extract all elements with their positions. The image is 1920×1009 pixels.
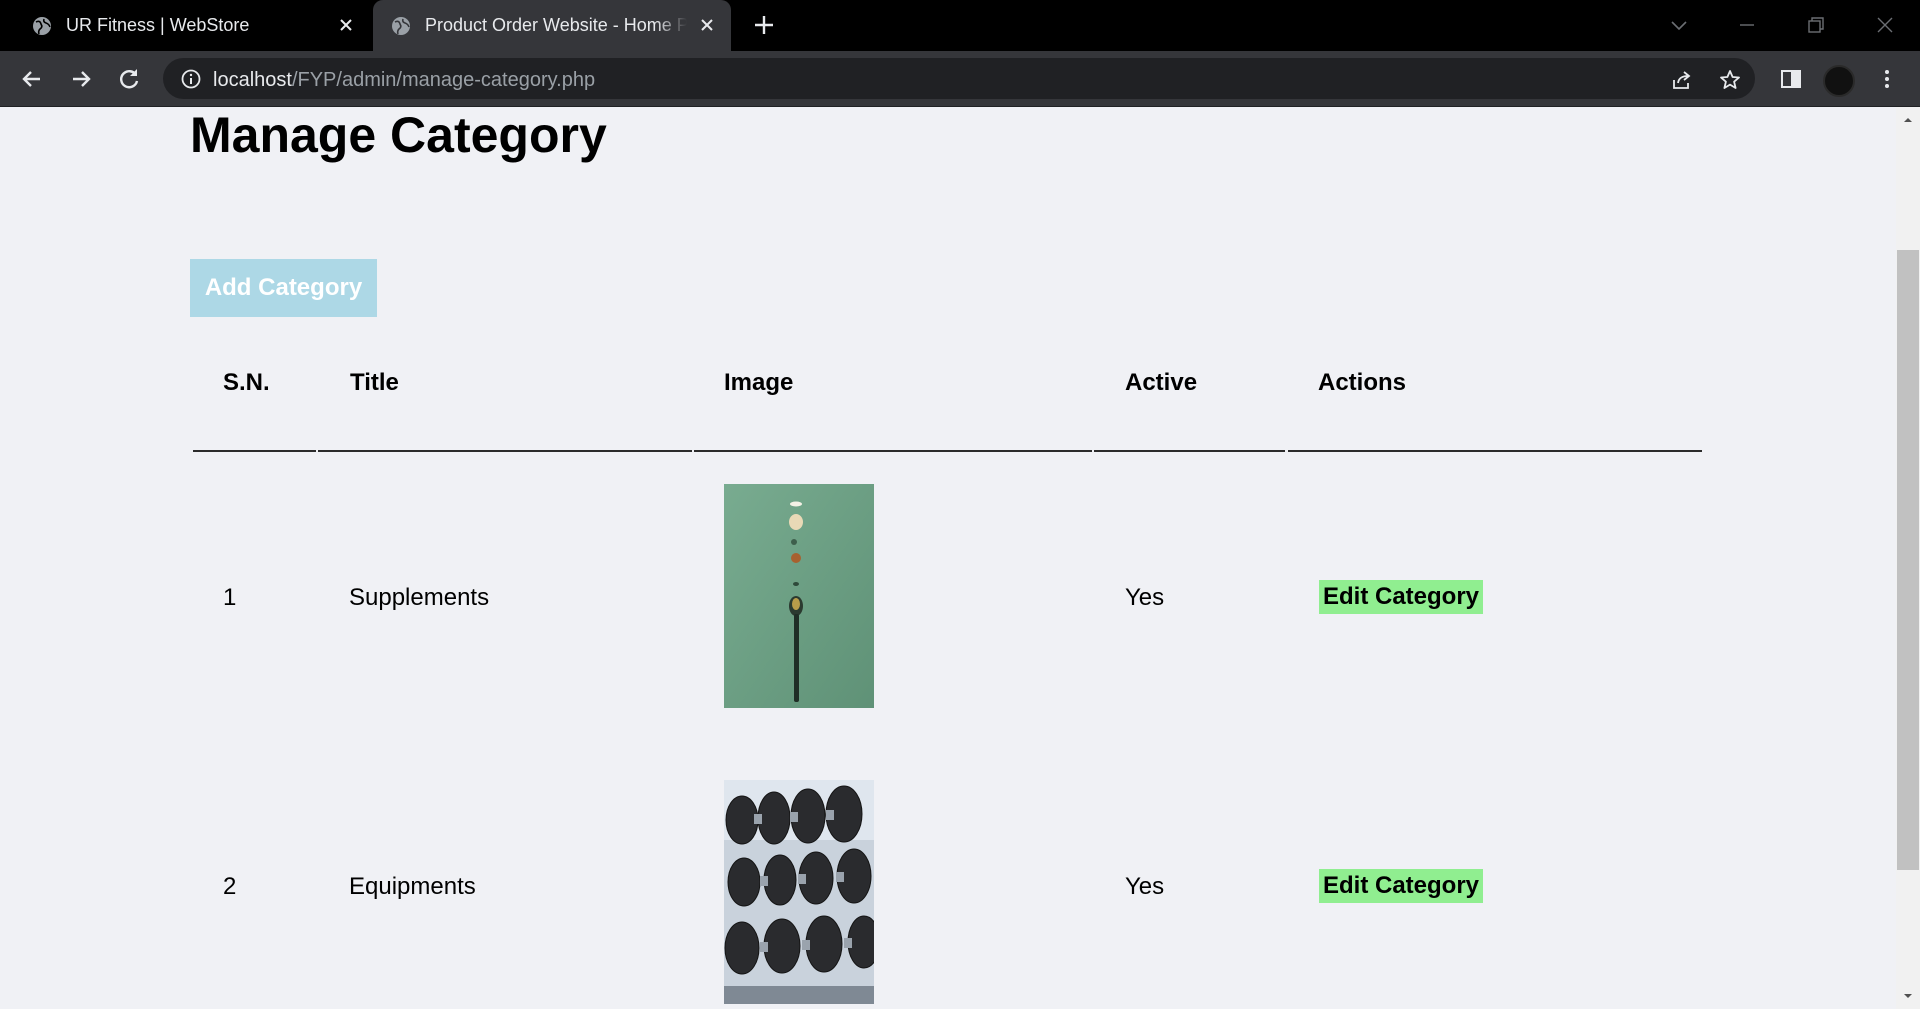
new-tab-icon[interactable]: [752, 13, 776, 37]
page-viewport: Manage Category Add Category S.N. Title …: [0, 107, 1920, 1009]
minimize-icon[interactable]: [1734, 12, 1760, 38]
cell-active: Yes: [1125, 873, 1165, 900]
header-divider: [1094, 450, 1285, 452]
close-icon[interactable]: [697, 15, 717, 35]
cell-sn: 2: [223, 873, 237, 900]
header-divider: [318, 450, 692, 452]
edit-category-button[interactable]: Edit Category: [1319, 580, 1484, 614]
menu-kebab-icon[interactable]: [1875, 67, 1899, 91]
column-header-title: Title: [350, 369, 399, 396]
header-divider: [1288, 450, 1702, 452]
header-divider: [694, 450, 1092, 452]
browser-toolbar: localhost/FYP/admin/manage-category.php: [0, 51, 1920, 107]
tab-title: UR Fitness | WebStore: [66, 15, 250, 35]
category-image-equipments: [724, 780, 874, 1004]
browser-tab[interactable]: UR Fitness | WebStore: [14, 0, 370, 51]
scrollbar-thumb[interactable]: [1897, 250, 1919, 870]
header-divider: [193, 450, 316, 452]
globe-icon: [33, 16, 51, 35]
add-category-button[interactable]: Add Category: [190, 259, 377, 317]
forward-icon[interactable]: [67, 65, 95, 93]
url-path: /FYP/admin/manage-category.php: [291, 69, 596, 91]
info-icon[interactable]: [180, 68, 202, 90]
edit-category-button[interactable]: Edit Category: [1319, 869, 1484, 903]
restore-icon[interactable]: [1803, 12, 1829, 38]
reload-icon[interactable]: [115, 65, 143, 93]
address-bar[interactable]: localhost/FYP/admin/manage-category.php: [163, 58, 1755, 99]
tab-title: Product Order Website - Home Page: [425, 15, 687, 35]
share-icon[interactable]: [1670, 68, 1694, 92]
browser-tab-strip: UR Fitness | WebStore Product Order Webs…: [0, 0, 1920, 51]
tab-search-chevron-icon[interactable]: [1666, 12, 1692, 38]
column-header-actions: Actions: [1318, 369, 1407, 396]
column-header-image: Image: [724, 369, 794, 396]
url-text: localhost/FYP/admin/manage-category.php: [213, 69, 595, 92]
browser-tab-active[interactable]: Product Order Website - Home Page: [373, 0, 731, 51]
category-image-supplements: [724, 484, 874, 708]
column-header-active: Active: [1125, 369, 1198, 396]
back-icon[interactable]: [18, 65, 46, 93]
table-row: 2 Equipments Yes Edit Category: [0, 773, 1920, 1009]
scroll-down-arrow-icon[interactable]: [1901, 989, 1915, 1003]
globe-icon: [392, 16, 410, 35]
side-panel-icon[interactable]: [1779, 67, 1803, 91]
bookmark-star-icon[interactable]: [1718, 68, 1742, 92]
page-title: Manage Category: [190, 107, 607, 163]
cell-title: Supplements: [349, 584, 490, 611]
url-host: localhost: [213, 69, 292, 91]
cell-sn: 1: [223, 584, 237, 611]
profile-avatar[interactable]: [1823, 65, 1855, 97]
column-header-sn: S.N.: [223, 369, 270, 396]
close-icon[interactable]: [336, 15, 356, 35]
scroll-up-arrow-icon[interactable]: [1901, 113, 1915, 127]
table-row: 1 Supplements Yes Edit Category: [0, 484, 1920, 724]
cell-title: Equipments: [349, 873, 476, 900]
cell-active: Yes: [1125, 584, 1165, 611]
close-window-icon[interactable]: [1872, 12, 1898, 38]
